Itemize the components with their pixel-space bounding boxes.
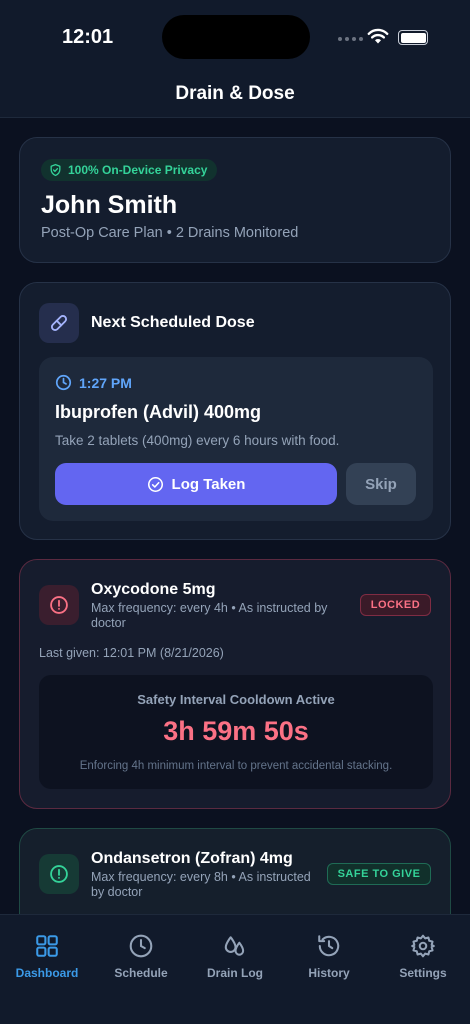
medication-card-oxycodone: Oxycodone 5mg Max frequency: every 4h • … [19,559,451,809]
tab-schedule[interactable]: Schedule [94,933,188,980]
dose-detail-panel: 1:27 PM Ibuprofen (Advil) 400mg Take 2 t… [39,357,433,521]
shield-check-icon [50,163,61,177]
cooldown-title: Safety Interval Cooldown Active [137,692,335,707]
tab-label: Drain Log [207,966,263,980]
pill-icon-container [39,303,79,343]
patient-profile-card: 100% On-Device Privacy John Smith Post-O… [19,137,451,263]
dynamic-island [162,15,310,59]
skip-button[interactable]: Skip [346,463,416,505]
medication-name: Oxycodone 5mg [91,581,216,598]
grid-icon [36,935,58,957]
alert-icon-container [39,585,79,625]
status-badge-locked: LOCKED [360,594,431,616]
status-bar: 12:01 [0,0,470,72]
privacy-badge-label: 100% On-Device Privacy [68,163,208,177]
tab-drain-log[interactable]: Drain Log [188,933,282,980]
next-dose-heading: Next Scheduled Dose [91,314,255,331]
dose-medication: Ibuprofen (Advil) 400mg [55,402,262,422]
tab-label: History [308,966,350,980]
battery-icon [398,30,428,45]
signal-icon [338,37,363,41]
dose-instructions: Take 2 tablets (400mg) every 6 hours wit… [55,433,340,448]
tab-bar: Dashboard Schedule Drain Log History Set… [0,914,470,1024]
tab-dashboard[interactable]: Dashboard [0,933,94,980]
medication-frequency: Max frequency: every 4h • As instructed … [91,601,328,630]
patient-name: John Smith [41,191,178,219]
droplets-icon [224,936,245,956]
medication-name: Ondansetron (Zofran) 4mg [91,850,293,867]
cooldown-timer: 3h 59m 50s [163,716,309,746]
alert-circle-icon [50,865,68,883]
wifi-icon [367,28,389,44]
status-badge-safe: SAFE TO GIVE [327,863,431,885]
page-title: Drain & Dose [175,82,295,104]
last-given: Last given: 12:01 PM (8/21/2026) [39,646,224,660]
tab-label: Settings [399,966,447,980]
cooldown-note: Enforcing 4h minimum interval to prevent… [79,760,393,772]
dose-time: 1:27 PM [55,374,132,391]
log-taken-button[interactable]: Log Taken [55,463,337,505]
tab-label: Dashboard [15,966,79,980]
dose-time-label: 1:27 PM [79,374,132,391]
privacy-badge: 100% On-Device Privacy [41,159,218,181]
tab-settings[interactable]: Settings [376,933,470,980]
cooldown-panel: Safety Interval Cooldown Active 3h 59m 5… [39,675,433,789]
clock-icon [55,374,72,391]
care-plan-summary: Post-Op Care Plan • 2 Drains Monitored [41,225,299,241]
clock-icon [129,934,153,958]
nav-header: Drain & Dose [0,72,470,118]
alert-icon-container [39,854,79,894]
tab-history[interactable]: History [282,933,376,980]
pill-icon [50,314,68,332]
log-taken-label: Log Taken [171,475,246,493]
next-dose-card: Next Scheduled Dose 1:27 PM Ibuprofen (A… [19,282,451,540]
tab-label: Schedule [114,966,168,980]
medication-frequency: Max frequency: every 8h • As instructed … [91,870,311,899]
check-circle-icon [147,476,163,492]
gear-icon [411,934,435,958]
status-time: 12:01 [62,26,114,48]
history-icon [318,935,340,957]
alert-circle-icon [50,596,68,614]
